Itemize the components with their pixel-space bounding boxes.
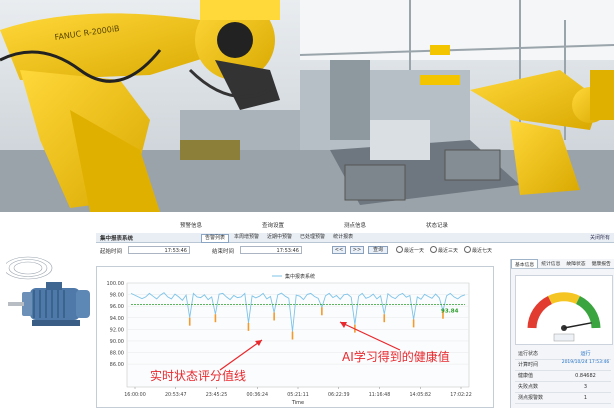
motor-image <box>6 256 90 326</box>
x-tick-label: 16:00:00 <box>124 392 146 398</box>
subtab-alarm-list[interactable]: 告警列表 <box>201 234 230 243</box>
detail-tabs: 基本信息 统计信息 故障状态 健康报告 <box>511 259 614 269</box>
health-gauge <box>515 275 613 345</box>
annotation-realtime-score: 实时状态评分值线 <box>150 369 247 383</box>
start-time-input[interactable]: 17:53:46 <box>128 246 190 254</box>
x-tick-label: 11:16:48 <box>369 392 391 398</box>
info-row-status: 运行状态 运行 <box>515 349 611 360</box>
menu-item-points[interactable]: 测点信息 <box>314 221 396 231</box>
prev-button[interactable]: << <box>332 246 346 254</box>
tab-fault-status[interactable]: 故障状态 <box>563 259 588 268</box>
menu-item-query[interactable]: 查询设置 <box>232 221 314 231</box>
health-trend-chart: 100.00 98.00 96.00 94.00 92.00 90.00 88.00 86.0… <box>96 266 494 408</box>
x-axis-label: Time <box>291 400 304 406</box>
gauge-needle <box>563 322 592 329</box>
subtab-report[interactable]: 统计报表 <box>330 234 356 241</box>
y-tick-label: 90.00 <box>110 339 124 345</box>
x-tick-label: 06:22:39 <box>328 392 350 398</box>
radio-last-3-days[interactable]: 最近三天 <box>430 246 458 254</box>
x-tick-label: 17:02:22 <box>450 392 472 398</box>
radio-last-7-days[interactable]: 最近七天 <box>464 246 492 254</box>
y-tick-label: 92.00 <box>110 327 124 333</box>
info-row-health: 健康值 0.84682 <box>515 371 611 382</box>
radio-last-day[interactable]: 最近一天 <box>396 246 424 254</box>
gauge-svg <box>527 292 601 342</box>
info-table: 运行状态 运行 计算时间 2019/10/24 17:53:46 健康值 0.8468… <box>515 349 611 404</box>
top-menu: 预警信息 查询设置 测点信息 状态记录 <box>150 221 478 231</box>
info-row-alarm-points: 测点报警数 1 <box>515 393 611 404</box>
y-tick-label: 94.00 <box>110 316 124 322</box>
info-row-calc-time: 计算时间 2019/10/24 17:53:46 <box>515 360 611 371</box>
query-button[interactable]: 查询 <box>368 246 388 254</box>
subtab-recent-warning[interactable]: 近期中预警 <box>264 234 295 241</box>
chart-svg: 100.00 98.00 96.00 94.00 92.00 90.00 88.00 86.0… <box>107 273 472 406</box>
x-tick-label: 00:36:24 <box>246 392 268 398</box>
y-tick-label: 96.00 <box>110 304 124 310</box>
start-time-label: 起始时间 <box>100 249 123 255</box>
y-tick-label: 100.00 <box>107 281 125 287</box>
x-tick-label: 05:21:11 <box>287 392 309 398</box>
menu-item-status[interactable]: 状态记录 <box>396 221 478 231</box>
monitoring-software-panel: 预警信息 查询设置 测点信息 状态记录 集中报表系统 告警列表 本周增预警 近期… <box>0 218 614 408</box>
tab-statistics[interactable]: 统计信息 <box>538 259 563 268</box>
health-value-label: 93.84 <box>441 308 459 314</box>
filter-bar: 起始时间 17:53:46 结束时间 17:53:46 << >> 查询 最近一… <box>96 245 506 257</box>
menu-item-warning[interactable]: 预警信息 <box>150 221 232 231</box>
info-row-failed-points: 失败点数 3 <box>515 382 611 393</box>
y-tick-label: 98.00 <box>110 293 124 299</box>
end-time-input[interactable]: 17:53:46 <box>240 246 302 254</box>
x-tick-label: 20:53:47 <box>165 392 187 398</box>
tab-health-report[interactable]: 健康报告 <box>589 259 614 268</box>
end-time-label: 结束时间 <box>212 249 235 255</box>
close-all-link[interactable]: 关闭所有 <box>590 234 610 241</box>
x-tick-label: 23:45:25 <box>206 392 228 398</box>
y-tick-label: 86.00 <box>110 362 124 368</box>
subtab-strip: 告警列表 本周增预警 近期中预警 已处理预警 统计报表 <box>201 234 356 243</box>
tab-basic-info[interactable]: 基本信息 <box>511 259 539 268</box>
tab-bar: 集中报表系统 告警列表 本周增预警 近期中预警 已处理预警 统计报表 关闭所有 <box>96 233 614 243</box>
detail-panel: 基本信息 统计信息 故障状态 健康报告 运行状态 运行 计算时间 2019/10/2… <box>510 259 614 408</box>
legend-label: 集中报表系统 <box>285 273 315 280</box>
factory-robot-photo: FANUC R-2000iB <box>0 0 614 212</box>
subtab-week-warning[interactable]: 本周增预警 <box>231 234 262 241</box>
annotation-ai-health: AI学习得到的健康值 <box>342 350 450 364</box>
y-tick-label: 88.00 <box>110 351 124 357</box>
tab-title[interactable]: 集中报表系统 <box>100 234 133 242</box>
subtab-handled-warning[interactable]: 已处理预警 <box>297 234 328 241</box>
next-button[interactable]: >> <box>350 246 364 254</box>
x-tick-label: 14:05:82 <box>409 392 431 398</box>
